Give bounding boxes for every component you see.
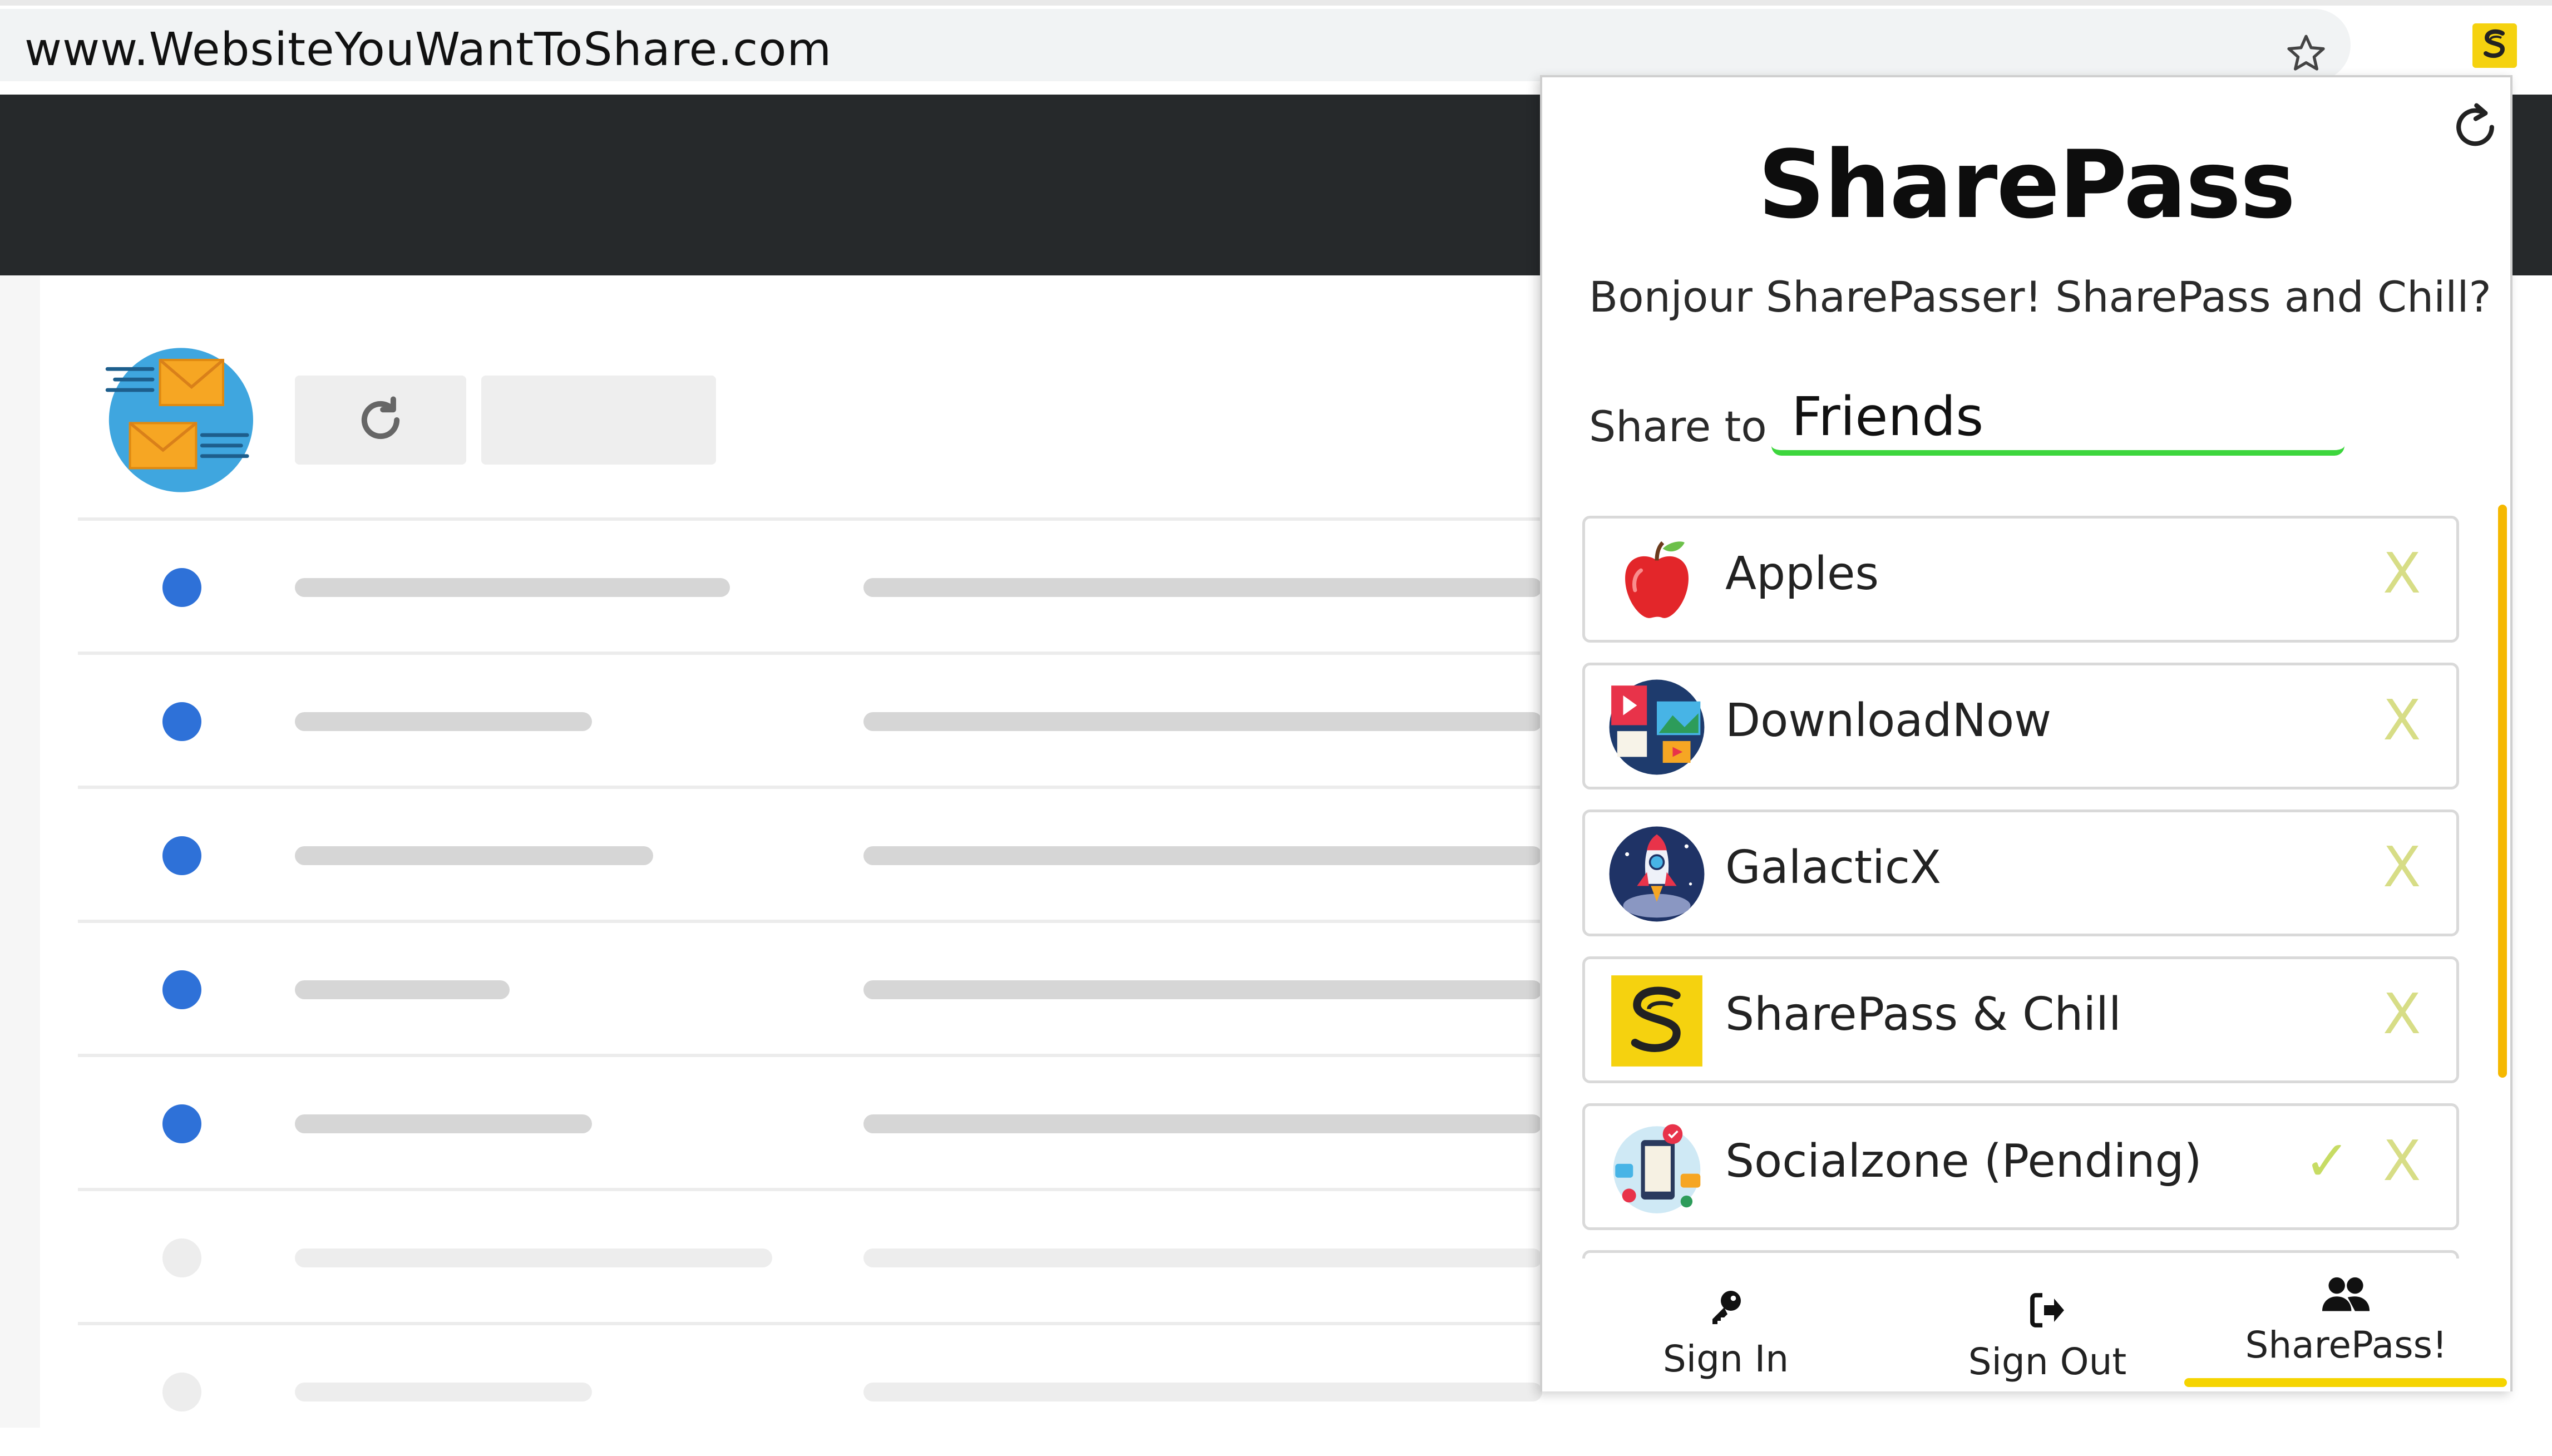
share-to-label: Share to [1589, 402, 1767, 451]
remove-button[interactable]: X [2383, 688, 2421, 753]
sender-placeholder [295, 980, 510, 999]
service-item-sharepass-chill[interactable]: SharePass & Chill X [1582, 956, 2459, 1083]
subject-placeholder [863, 1114, 1542, 1133]
bottom-tab-bar: Sign In Sign Out SharePass! [1542, 1262, 2510, 1391]
url-text[interactable]: www.WebsiteYouWantToShare.com [24, 23, 832, 76]
brand-title: SharePass [1758, 130, 2296, 239]
mail-row[interactable] [78, 517, 1542, 652]
sender-placeholder [295, 1248, 772, 1267]
page-margin [0, 275, 40, 1428]
accept-button[interactable]: ✓ [2304, 1128, 2351, 1193]
share-to-input[interactable] [1771, 383, 2344, 456]
sender-placeholder [295, 712, 592, 731]
toolbar-button[interactable] [481, 376, 716, 465]
remove-button[interactable]: X [2383, 835, 2421, 900]
subject-placeholder [863, 712, 1542, 731]
subject-placeholder [863, 1248, 1542, 1267]
sharepass-logo-icon [1611, 975, 1702, 1067]
service-item-galacticx[interactable]: GalacticX X [1582, 810, 2459, 936]
service-item-partial[interactable] [1582, 1250, 2459, 1258]
tab-sharepass[interactable]: SharePass! [2190, 1262, 2502, 1391]
subject-placeholder [863, 1383, 1542, 1401]
remove-button[interactable]: X [2383, 1128, 2421, 1193]
service-item-socialzone[interactable]: Socialzone (Pending) ✓ X [1582, 1103, 2459, 1230]
subject-placeholder [863, 980, 1542, 999]
media-icon [1609, 679, 1705, 775]
key-icon [1570, 1287, 1882, 1332]
sender-placeholder [295, 1383, 592, 1401]
apple-icon [1625, 541, 1689, 618]
tab-label: Sign Out [1968, 1340, 2127, 1383]
subject-placeholder [863, 578, 1542, 597]
greeting-text: Bonjour SharePasser! SharePass and Chill… [1589, 272, 2491, 322]
sign-out-icon [1892, 1290, 2203, 1335]
mail-row[interactable] [78, 1054, 1542, 1188]
mail-list [78, 517, 1542, 1456]
refresh-icon [361, 396, 400, 440]
mail-row[interactable] [78, 1188, 1542, 1322]
mail-row[interactable] [78, 652, 1542, 786]
service-name: DownloadNow [1725, 694, 2052, 747]
services-list[interactable]: Apples X DownloadNow X GalacticX X Share… [1582, 516, 2461, 1258]
service-name: GalacticX [1725, 841, 1942, 894]
service-item-downloadnow[interactable]: DownloadNow X [1582, 663, 2459, 789]
service-name: Apples [1725, 547, 1879, 600]
rocket-icon [1609, 826, 1705, 922]
remove-button[interactable]: X [2383, 981, 2421, 1047]
sender-placeholder [295, 1114, 592, 1133]
read-dot [162, 1238, 201, 1277]
service-name: Socialzone (Pending) [1725, 1135, 2202, 1188]
service-item-apples[interactable]: Apples X [1582, 516, 2459, 643]
scrollbar-thumb[interactable] [2498, 505, 2507, 1078]
refresh-button[interactable] [295, 376, 466, 465]
unread-dot [162, 836, 201, 875]
read-dot [162, 1373, 201, 1411]
subject-placeholder [863, 846, 1542, 865]
tab-sign-in[interactable]: Sign In [1570, 1262, 1882, 1391]
sender-placeholder [295, 846, 653, 865]
mail-row[interactable] [78, 1322, 1542, 1456]
users-icon [2190, 1275, 2502, 1319]
sender-placeholder [295, 578, 730, 597]
active-tab-indicator [2184, 1378, 2507, 1387]
tab-label: Sign In [1662, 1337, 1789, 1380]
mail-logo-icon [105, 348, 254, 492]
address-bar[interactable]: www.WebsiteYouWantToShare.com [0, 9, 2351, 81]
unread-dot [162, 1104, 201, 1143]
mail-row[interactable] [78, 786, 1542, 920]
social-icon [1613, 1124, 1701, 1213]
unread-dot [162, 568, 201, 607]
browser-top-strip [0, 0, 2552, 6]
sharepass-popup: SharePass Bonjour SharePasser! SharePass… [1540, 75, 2512, 1391]
mail-row[interactable] [78, 920, 1542, 1054]
star-icon[interactable] [2284, 31, 2328, 76]
unread-dot [162, 970, 201, 1009]
tab-sign-out[interactable]: Sign Out [1892, 1262, 2203, 1391]
tab-label: SharePass! [2245, 1324, 2447, 1366]
remove-button[interactable]: X [2383, 541, 2421, 606]
service-name: SharePass & Chill [1725, 988, 2121, 1041]
sharepass-extension-icon[interactable] [2472, 23, 2517, 68]
unread-dot [162, 702, 201, 741]
